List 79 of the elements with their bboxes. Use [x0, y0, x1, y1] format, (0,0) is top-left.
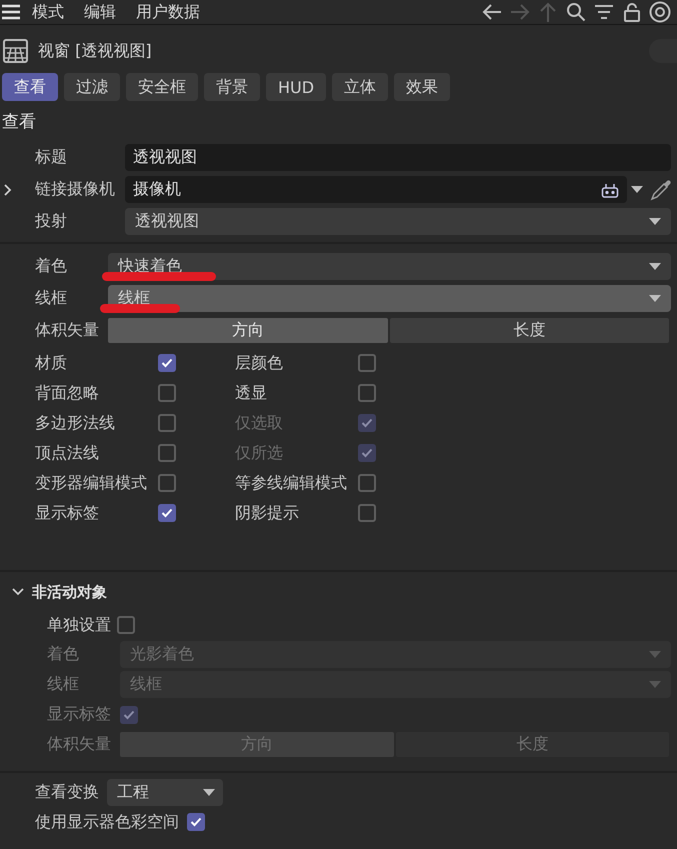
target-icon[interactable]	[649, 1, 671, 23]
checkbox-label: 阴影提示	[235, 502, 300, 524]
tab[interactable]: 背景	[204, 73, 260, 101]
chevron-icon[interactable]	[12, 588, 24, 596]
caret-icon	[649, 218, 661, 225]
checkbox-label: 等参线编辑模式	[235, 472, 348, 494]
group-title: 非活动对象	[32, 582, 107, 602]
search-icon[interactable]	[565, 1, 587, 23]
checkbox[interactable]	[158, 354, 176, 372]
field-label: 体积矢量	[47, 734, 112, 755]
menu-item[interactable]: 模式	[30, 2, 66, 22]
panel-title: 视窗 [透视视图]	[38, 40, 152, 62]
segment-option[interactable]: 方向	[108, 318, 388, 343]
check-icon	[161, 358, 173, 368]
checkbox[interactable]	[158, 474, 176, 492]
checkbox[interactable]	[158, 414, 176, 432]
checkbox[interactable]	[158, 444, 176, 462]
checkbox-label: 背面忽略	[35, 382, 100, 404]
camera-link-field[interactable]: 摄像机	[125, 176, 627, 203]
caret-icon	[649, 651, 661, 658]
tab[interactable]: 效果	[394, 73, 450, 101]
checkbox[interactable]	[158, 384, 176, 402]
checkbox[interactable]	[358, 384, 376, 402]
caret-icon	[649, 681, 661, 688]
tab[interactable]: 过滤	[64, 73, 120, 101]
field-label: 查看变换	[35, 782, 99, 802]
section-title: 查看	[2, 111, 37, 134]
field-label: 线框	[47, 674, 80, 695]
lock-icon[interactable]	[621, 1, 643, 23]
check-icon	[123, 710, 135, 720]
checkbox[interactable]	[358, 474, 376, 492]
checkbox-label: 变形器编辑模式	[35, 472, 148, 494]
field-label: 着色	[35, 256, 68, 277]
field-label: 投射	[35, 211, 68, 232]
check-icon	[190, 817, 202, 827]
tab[interactable]: HUD	[266, 73, 326, 101]
check-icon	[361, 448, 373, 458]
checkbox-label: 使用显示器色彩空间	[35, 812, 179, 832]
checkbox-label: 多边形法线	[35, 412, 116, 434]
field-label: 体积矢量	[35, 320, 100, 341]
segment-option[interactable]: 长度	[390, 318, 669, 343]
caret-icon	[649, 263, 661, 270]
checkbox[interactable]	[158, 504, 176, 522]
checkbox-label: 透显	[235, 382, 268, 404]
chevron-icon[interactable]	[4, 184, 12, 196]
checkbox-label: 材质	[35, 352, 68, 374]
check-icon	[161, 508, 173, 518]
robot-icon	[601, 182, 619, 198]
menu-icon[interactable]	[2, 4, 20, 20]
check-icon	[361, 418, 373, 428]
field-label: 标题	[35, 147, 68, 168]
checkbox-label: 层颜色	[235, 352, 284, 374]
field-label: 着色	[47, 644, 80, 665]
checkbox-label: 单独设置	[47, 614, 111, 636]
caret-icon	[203, 788, 215, 796]
dropdown[interactable]: 线框	[108, 285, 671, 312]
checkbox-label: 显示标签	[35, 502, 100, 524]
checkbox-label: 仅所选	[235, 442, 284, 464]
text-field[interactable]: 透视视图	[125, 144, 671, 171]
menu-item[interactable]: 编辑	[82, 2, 118, 22]
checkbox-label: 顶点法线	[35, 442, 100, 464]
dropdown[interactable]: 工程	[107, 778, 223, 806]
field-label: 链接摄像机	[35, 179, 116, 200]
dropdown[interactable]: 透视视图	[125, 208, 671, 235]
viewport-icon	[3, 39, 28, 63]
tab[interactable]: 安全框	[126, 73, 198, 101]
tab[interactable]: 查看	[2, 73, 58, 101]
checkbox-label: 显示标签	[47, 704, 112, 725]
checkbox[interactable]	[187, 813, 205, 831]
tab[interactable]: 立体	[332, 73, 388, 101]
checkbox[interactable]	[358, 354, 376, 372]
checkbox[interactable]	[358, 504, 376, 522]
checkbox[interactable]	[117, 616, 135, 634]
eyedropper-icon[interactable]	[649, 178, 673, 202]
checkbox-label: 仅选取	[235, 412, 284, 434]
caret-icon	[649, 295, 661, 302]
caret-icon	[631, 186, 643, 193]
menu-item[interactable]: 用户数据	[134, 2, 202, 22]
field-label: 线框	[35, 288, 68, 309]
